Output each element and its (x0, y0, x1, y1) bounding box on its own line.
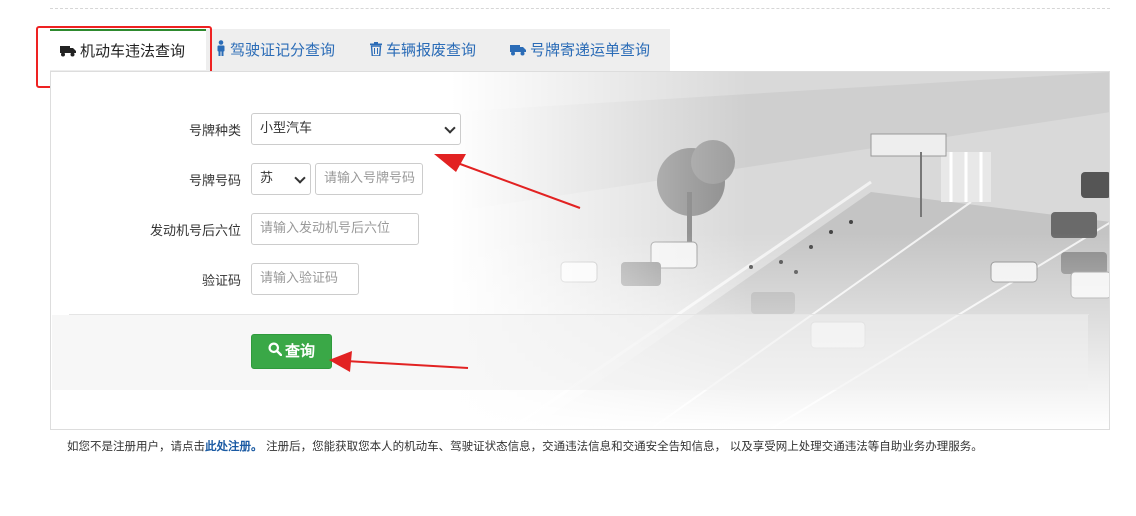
tab-vehicle-scrap[interactable]: 车辆报废查询 (370, 29, 476, 71)
plate-type-value: 小型汽车 (260, 121, 313, 136)
button-row-band (52, 315, 1088, 390)
chevron-down-icon (294, 172, 306, 184)
engine-number-input[interactable]: 请输入发动机号后六位 (251, 213, 419, 245)
register-link[interactable]: 此处注册。 (205, 439, 263, 453)
tab-plate-delivery[interactable]: 号牌寄递运单查询 (510, 29, 650, 71)
captcha-input[interactable]: 请输入验证码 (251, 263, 359, 295)
registration-note: 如您不是注册用户，请点击此处注册。 注册后，您能获取您本人的机动车、驾驶证状态信… (67, 438, 983, 454)
province-select[interactable]: 苏 (251, 163, 311, 195)
plate-number-label: 号牌号码 (188, 174, 241, 189)
plate-type-label: 号牌种类 (188, 124, 241, 139)
province-value: 苏 (260, 171, 274, 186)
search-button[interactable]: 查询 (251, 334, 332, 369)
captcha-placeholder: 请输入验证码 (260, 271, 339, 286)
engine-number-label: 发动机号后六位 (149, 224, 241, 239)
tab-license-points[interactable]: 驾驶证记分查询 (216, 29, 335, 71)
captcha-label: 验证码 (201, 274, 241, 289)
tab-label: 车辆报废查询 (386, 41, 477, 59)
trash-icon (370, 30, 382, 72)
search-button-label: 查询 (284, 342, 315, 360)
truck-icon (510, 30, 526, 72)
registration-note-prefix: 如您不是注册用户，请点击 (67, 439, 205, 453)
tab-label: 驾驶证记分查询 (230, 41, 336, 59)
person-icon (216, 30, 226, 72)
form-divider (69, 314, 1089, 315)
query-panel: 号牌种类 小型汽车 号牌号码 苏 请输入号牌号码 发动机号后六位 请输入发动机号… (50, 71, 1110, 430)
registration-note-suffix: 注册后，您能获取您本人的机动车、驾驶证状态信息，交通违法信息和交通安全告知信息，… (262, 439, 983, 453)
plate-number-input[interactable]: 请输入号牌号码 (315, 163, 423, 195)
plate-number-placeholder: 请输入号牌号码 (324, 171, 416, 186)
search-icon (268, 335, 283, 368)
chevron-down-icon (444, 122, 456, 134)
top-divider (50, 8, 1110, 9)
engine-number-placeholder: 请输入发动机号后六位 (260, 221, 391, 236)
tab-label: 号牌寄递运单查询 (530, 41, 651, 59)
plate-type-select[interactable]: 小型汽车 (251, 113, 461, 145)
